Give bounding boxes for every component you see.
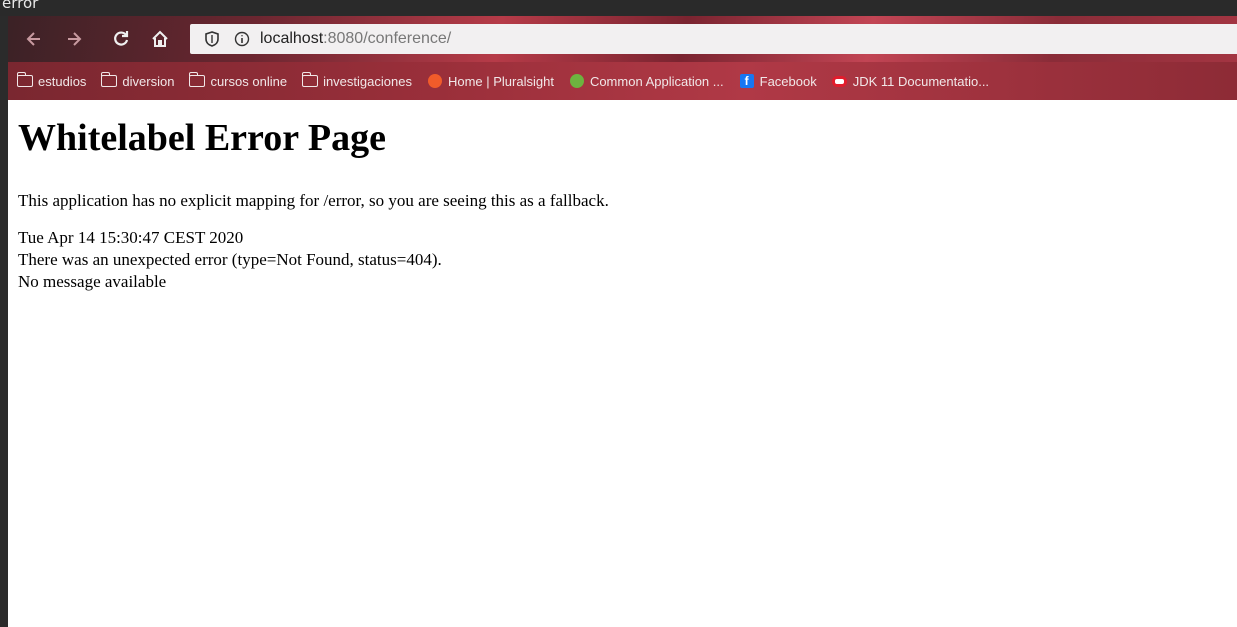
error-page-content: Whitelabel Error Page This application h…: [18, 116, 609, 293]
bookmark-label: diversion: [122, 73, 175, 89]
arrow-left-icon: [26, 32, 40, 46]
arrow-right-icon: [68, 32, 82, 46]
window-title-fragment: error: [2, 0, 39, 12]
page-viewport: Whitelabel Error Page This application h…: [8, 100, 1237, 627]
reload-icon: [114, 31, 129, 46]
forward-button[interactable]: [60, 25, 88, 53]
url-text[interactable]: localhost:8080/conference/: [260, 30, 451, 48]
browser-window: localhost:8080/conference/ estudios dive…: [8, 16, 1237, 627]
reload-button[interactable]: [107, 25, 135, 53]
url-path: :8080/conference/: [323, 30, 452, 47]
error-type-status: There was an unexpected error (type=Not …: [18, 250, 442, 269]
pluralsight-icon: [427, 74, 443, 88]
folder-icon: [188, 72, 206, 88]
bookmarks-bar: estudios diversion cursos online investi…: [8, 62, 1237, 100]
bookmark-label: JDK 11 Documentatio...: [852, 73, 990, 89]
error-timestamp: Tue Apr 14 15:30:47 CEST 2020: [18, 228, 244, 247]
bookmark-label: Home | Pluralsight: [447, 73, 554, 89]
folder-icon: [301, 72, 319, 88]
back-button[interactable]: [20, 25, 48, 53]
bookmark-label: investigaciones: [323, 73, 412, 89]
home-button[interactable]: [146, 25, 174, 53]
bookmark-jdk-11[interactable]: JDK 11 Documentatio...: [832, 74, 989, 89]
folder-icon: [16, 72, 33, 88]
bookmark-facebook[interactable]: f Facebook: [739, 74, 817, 89]
error-message: No message available: [18, 272, 167, 291]
bookmark-cursos-online[interactable]: cursos online: [188, 72, 288, 89]
bookmark-common-application[interactable]: Common Application ...: [569, 74, 724, 89]
bookmark-label: Facebook: [759, 73, 817, 89]
facebook-icon: f: [739, 74, 755, 88]
bookmark-label: estudios: [38, 73, 87, 89]
bookmark-label: cursos online: [210, 73, 288, 89]
url-host: localhost: [260, 30, 324, 47]
error-description: This application has no explicit mapping…: [18, 191, 609, 210]
spring-leaf-icon: [569, 74, 585, 88]
browser-toolbar: localhost:8080/conference/: [8, 16, 1237, 62]
home-icon: [152, 30, 168, 47]
page-title: Whitelabel Error Page: [18, 117, 386, 159]
bookmark-label: Common Application ...: [589, 73, 724, 89]
address-bar[interactable]: localhost:8080/conference/: [190, 24, 1237, 54]
shield-icon[interactable]: [202, 29, 222, 49]
bookmark-pluralsight[interactable]: Home | Pluralsight: [427, 74, 554, 89]
window-title-strip: error: [0, 0, 1237, 16]
folder-icon: [100, 72, 118, 88]
bookmark-estudios[interactable]: estudios: [16, 72, 87, 89]
oracle-icon: [832, 74, 848, 88]
bookmark-diversion[interactable]: diversion: [100, 72, 175, 89]
info-icon[interactable]: [232, 29, 252, 49]
bookmark-investigaciones[interactable]: investigaciones: [301, 72, 412, 89]
